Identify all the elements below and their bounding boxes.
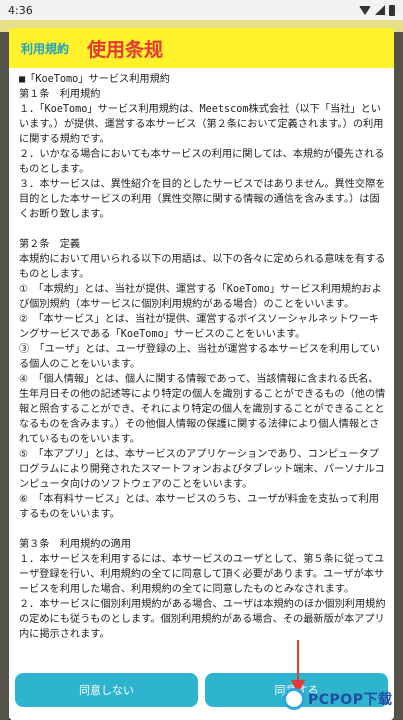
watermark: PCPOP下载 — [283, 688, 392, 710]
background-overlay-left — [0, 32, 9, 720]
watermark-text: PCPOP下载 — [308, 692, 393, 708]
arrow-shaft — [297, 640, 299, 684]
dialog-header: 利用規約 使用条规 — [9, 28, 394, 68]
terms-tab-label[interactable]: 利用規約 — [21, 40, 69, 57]
decline-button[interactable]: 同意しない — [15, 673, 198, 707]
background-overlay-right — [394, 32, 403, 720]
terms-content[interactable]: ■「KoeTomo」サービス利用規約 第１条 利用規約 １．「KoeTomo」サ… — [19, 72, 387, 662]
signal-icon — [375, 5, 385, 15]
battery-icon — [389, 4, 395, 16]
dialog-title: 使用条规 — [87, 38, 164, 61]
status-icons — [359, 4, 395, 16]
watermark-logo-icon — [283, 688, 305, 710]
wifi-icon — [359, 5, 371, 15]
status-bar: 4:36 — [0, 0, 403, 20]
status-time: 4:36 — [8, 3, 33, 17]
terms-dialog: 利用規約 使用条规 ■「KoeTomo」サービス利用規約 第１条 利用規約 １．… — [9, 28, 394, 720]
